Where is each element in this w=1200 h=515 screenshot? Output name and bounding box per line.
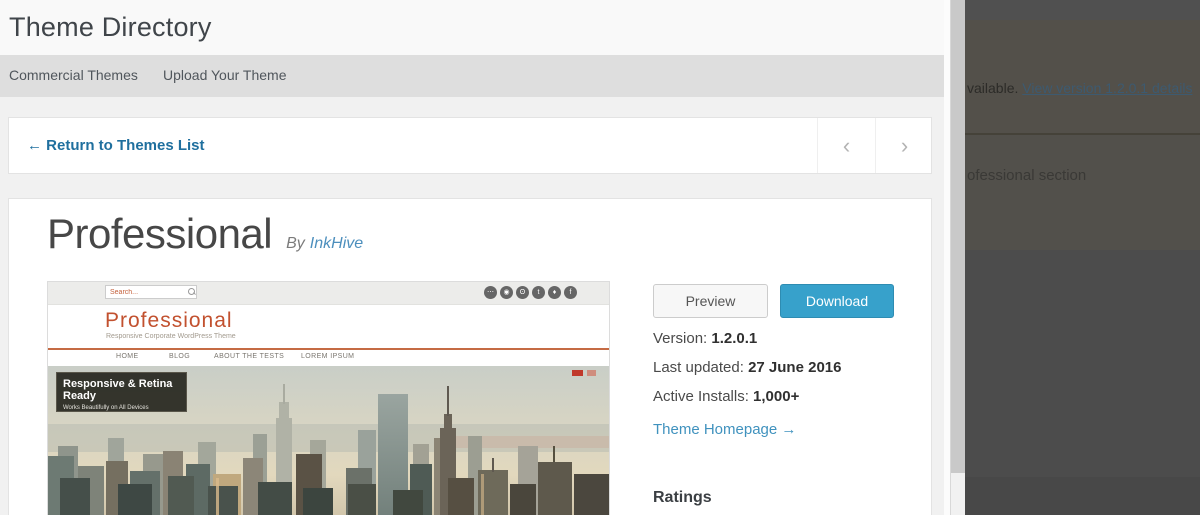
scrollbar-thumb[interactable] [951,0,965,473]
dimmed-admin-topbar [965,0,1200,20]
theme-by-label: By [286,235,305,252]
previous-theme-button[interactable]: ‹ [817,118,875,173]
view-version-details-link[interactable]: View version 1.2.0.1 details [1022,80,1192,96]
nav-commercial-themes[interactable]: Commercial Themes [9,67,138,83]
active-installs-value: 1,000+ [753,388,800,405]
facebook-icon: f [564,286,577,299]
scrollbar-track[interactable] [950,0,965,515]
banner-title: Responsive & Retina Ready [63,378,173,402]
screenshot-accent-rule [48,348,609,350]
banner-subtitle: Works Beautifully on All Devices [63,405,149,411]
dimmed-update-notice: vailable. View version 1.2.0.1 details [965,20,1200,135]
theme-directory-page: Theme Directory Commercial Themes Upload… [0,0,944,515]
theme-homepage-link[interactable]: Theme Homepage → [653,421,796,438]
screen: Theme Directory Commercial Themes Upload… [0,0,1200,515]
preview-button[interactable]: Preview [653,284,768,318]
active-installs-label: Active Installs: [653,388,754,405]
screenshot-menu-blog: BLOG [169,353,191,360]
theme-title-row: Professional By InkHive [47,210,363,258]
rss-icon: ʘ [516,286,529,299]
last-updated-label: Last updated: [653,359,749,376]
dribbble-icon: ◉ [500,286,513,299]
dimmed-admin-page: vailable. View version 1.2.0.1 details o… [965,0,1200,515]
version-row: Version: 1.2.0.1 [653,330,757,347]
active-installs-row: Active Installs: 1,000+ [653,388,799,405]
search-icon [188,288,195,295]
screenshot-site-logo: Professional [105,309,233,332]
screenshot-menu-about: ABOUT THE TESTS [214,353,285,360]
ratings-heading: Ratings [653,489,712,506]
screenshot-hero-banner: Responsive & Retina Ready Works Beautifu… [56,372,187,412]
page-header: Theme Directory [0,0,944,55]
slider-next-icon [587,370,596,376]
return-toolbar: ← Return to Themes List ‹ › [8,117,932,174]
twitter-icon: t [532,286,545,299]
dimmed-section-block: ofessional section [965,135,1200,250]
directory-nav: Commercial Themes Upload Your Theme [0,55,944,97]
update-notice-text: vailable. View version 1.2.0.1 details [967,80,1192,96]
notice-fragment: vailable. [967,80,1023,96]
screenshot-topbar: ⋯ ◉ ʘ t ♦ f [48,282,609,305]
download-button[interactable]: Download [780,284,894,318]
theme-name: Professional [47,210,273,257]
screenshot-menu-home: HOME [116,353,139,360]
screenshot-search-input [105,285,197,299]
return-to-themes-link[interactable]: ← Return to Themes List [27,137,205,154]
theme-screenshot: ⋯ ◉ ʘ t ♦ f Professional Responsive Corp… [47,281,610,515]
screenshot-tagline: Responsive Corporate WordPress Theme [106,333,236,340]
theme-author-link[interactable]: InkHive [310,235,363,253]
next-theme-button[interactable]: › [875,118,933,173]
city-skyline-photo: Responsive & Retina Ready Works Beautifu… [48,366,609,515]
flickr-icon: ⋯ [484,286,497,299]
last-updated-row: Last updated: 27 June 2016 [653,359,841,376]
version-label: Version: [653,330,712,347]
slider-prev-icon [572,370,583,376]
version-value: 1.2.0.1 [711,330,758,347]
dimmed-lower-block [965,477,1200,515]
screenshot-menu-lorem: LOREM IPSUM [301,353,355,360]
screenshot-social-icons: ⋯ ◉ ʘ t ♦ f [484,286,577,299]
section-fragment-text: ofessional section [967,167,1087,184]
vine-icon: ♦ [548,286,561,299]
nav-upload-your-theme[interactable]: Upload Your Theme [163,67,287,83]
last-updated-value: 27 June 2016 [748,359,842,376]
page-title: Theme Directory [9,12,212,42]
